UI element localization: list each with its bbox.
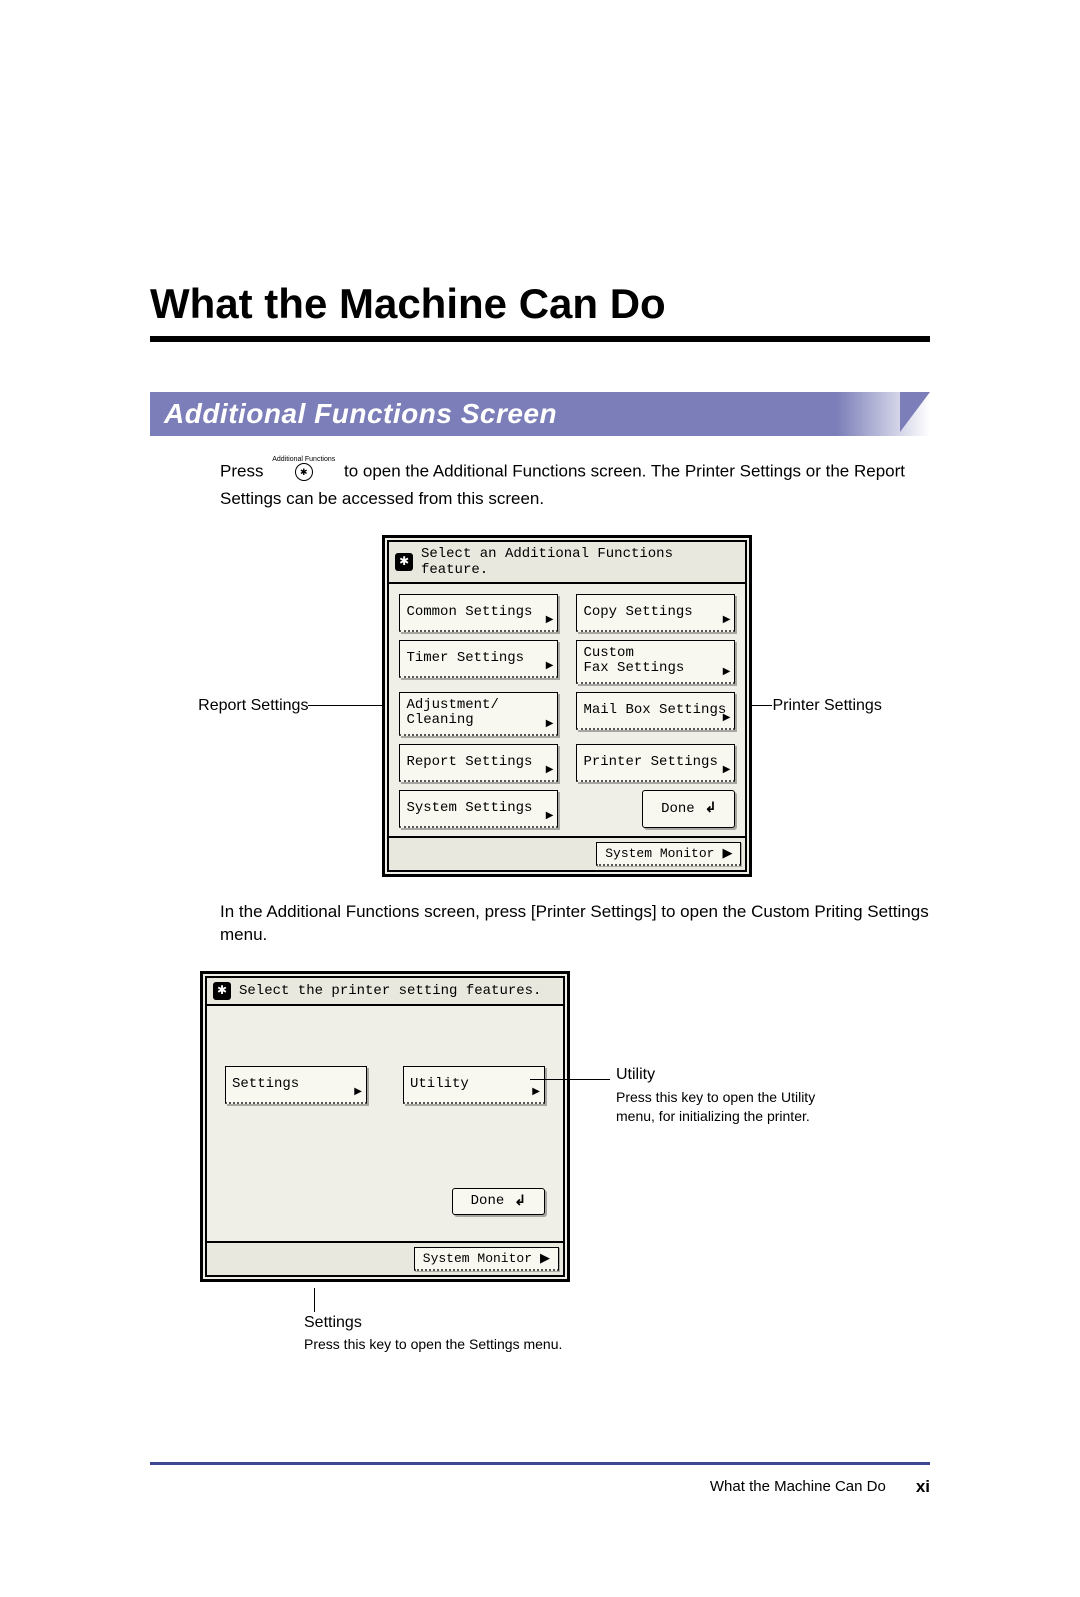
chevron-right-icon: ▶: [722, 846, 732, 861]
system-monitor-button[interactable]: System Monitor ▶: [414, 1247, 559, 1271]
utility-callout: Utility Press this key to open the Utili…: [570, 971, 816, 1126]
chevron-right-icon: ▶: [546, 811, 554, 822]
btn-label: Utility: [410, 1077, 469, 1092]
mid-paragraph: In the Additional Functions screen, pres…: [220, 901, 930, 947]
report-settings-button[interactable]: Report Settings ▶: [399, 744, 558, 782]
leader-line-vertical: [314, 1288, 930, 1312]
settings-button[interactable]: Settings ▶: [225, 1066, 367, 1104]
intro-paragraph: Press Additional Functions to open the A…: [220, 456, 930, 511]
system-monitor-label: System Monitor: [605, 846, 714, 861]
return-icon: ↲: [514, 1193, 526, 1210]
chevron-right-icon: ▶: [546, 719, 554, 730]
btn-label: Settings: [232, 1077, 299, 1092]
done-label: Done: [661, 801, 695, 817]
page-title: What the Machine Can Do: [150, 280, 930, 328]
leader-line: [530, 1079, 610, 1080]
adjustment-cleaning-button[interactable]: Adjustment/ Cleaning ▶: [399, 692, 558, 736]
custom-fax-settings-button[interactable]: Custom Fax Settings ▶: [576, 640, 735, 684]
chevron-right-icon: ▶: [546, 765, 554, 776]
chevron-right-icon: ▶: [723, 615, 731, 626]
utility-callout-title: Utility: [616, 1066, 816, 1084]
common-settings-button[interactable]: Common Settings ▶: [399, 594, 558, 632]
mail-box-settings-button[interactable]: Mail Box Settings▶: [576, 692, 735, 730]
timer-settings-button[interactable]: Timer Settings ▶: [399, 640, 558, 678]
section-heading-text: Additional Functions Screen: [164, 398, 916, 430]
settings-callout-title: Settings: [304, 1314, 930, 1332]
chevron-right-icon: ▶: [354, 1087, 362, 1098]
leader-line-right: [752, 705, 772, 706]
chevron-right-icon: ▶: [546, 661, 554, 672]
return-icon: ↲: [705, 800, 717, 817]
callout-report-settings: Report Settings: [198, 697, 308, 715]
btn-label: Custom Fax Settings: [583, 646, 684, 677]
chevron-right-icon: ▶: [532, 1087, 540, 1098]
figure-1-row: Report Settings ✱ Select an Additional F…: [150, 535, 930, 877]
asterisk-box-icon: ✱: [395, 553, 413, 571]
chevron-right-icon: ▶: [723, 713, 731, 724]
utility-callout-desc: Press this key to open the Utility menu,…: [616, 1088, 816, 1126]
lcd1-header-text: Select an Additional Functions feature.: [421, 546, 740, 578]
asterisk-box-icon: ✱: [213, 982, 231, 1000]
leader-line-left: [308, 705, 382, 706]
system-monitor-button[interactable]: System Monitor ▶: [596, 842, 741, 866]
lcd2-header: ✱ Select the printer setting features.: [207, 978, 563, 1006]
footer-label: What the Machine Can Do: [710, 1478, 886, 1495]
section-heading: Additional Functions Screen: [150, 392, 930, 436]
chevron-right-icon: ▶: [540, 1251, 550, 1266]
btn-label: Printer Settings: [583, 755, 717, 770]
asterisk-circle-icon: [295, 463, 313, 481]
chevron-right-icon: ▶: [546, 615, 554, 626]
btn-label: Mail Box Settings: [583, 703, 726, 718]
lcd1-header: ✱ Select an Additional Functions feature…: [389, 542, 745, 584]
system-monitor-label: System Monitor: [423, 1251, 532, 1266]
done-label: Done: [471, 1193, 505, 1209]
icon-caption: Additional Functions: [272, 456, 335, 463]
lcd2-header-text: Select the printer setting features.: [239, 983, 541, 999]
utility-button[interactable]: Utility ▶: [403, 1066, 545, 1104]
system-settings-button[interactable]: System Settings ▶: [399, 790, 558, 828]
btn-label: System Settings: [406, 801, 532, 816]
page-footer: What the Machine Can Do xi: [150, 1465, 930, 1497]
title-rule: [150, 336, 930, 342]
done-button[interactable]: Done ↲: [452, 1188, 545, 1215]
copy-settings-button[interactable]: Copy Settings ▶: [576, 594, 735, 632]
callout-printer-settings: Printer Settings: [772, 697, 881, 715]
lcd-screenshot-2: ✱ Select the printer setting features. S…: [200, 971, 570, 1282]
chevron-right-icon: ▶: [723, 765, 731, 776]
chevron-right-icon: ▶: [723, 667, 731, 678]
figure-2-row: ✱ Select the printer setting features. S…: [150, 971, 930, 1282]
btn-label: Copy Settings: [583, 605, 692, 620]
lcd-screenshot-1: ✱ Select an Additional Functions feature…: [382, 535, 752, 877]
intro-a: Press: [220, 461, 263, 480]
btn-label: Adjustment/ Cleaning: [406, 698, 498, 729]
additional-functions-key-icon: Additional Functions: [272, 456, 335, 488]
settings-callout-desc: Press this key to open the Settings menu…: [304, 1336, 930, 1352]
done-button[interactable]: Done ↲: [642, 790, 735, 828]
settings-callout: Settings Press this key to open the Sett…: [304, 1288, 930, 1352]
btn-label: Common Settings: [406, 605, 532, 620]
btn-label: Report Settings: [406, 755, 532, 770]
page-number: xi: [916, 1477, 930, 1497]
printer-settings-button[interactable]: Printer Settings ▶: [576, 744, 735, 782]
btn-label: Timer Settings: [406, 651, 524, 666]
